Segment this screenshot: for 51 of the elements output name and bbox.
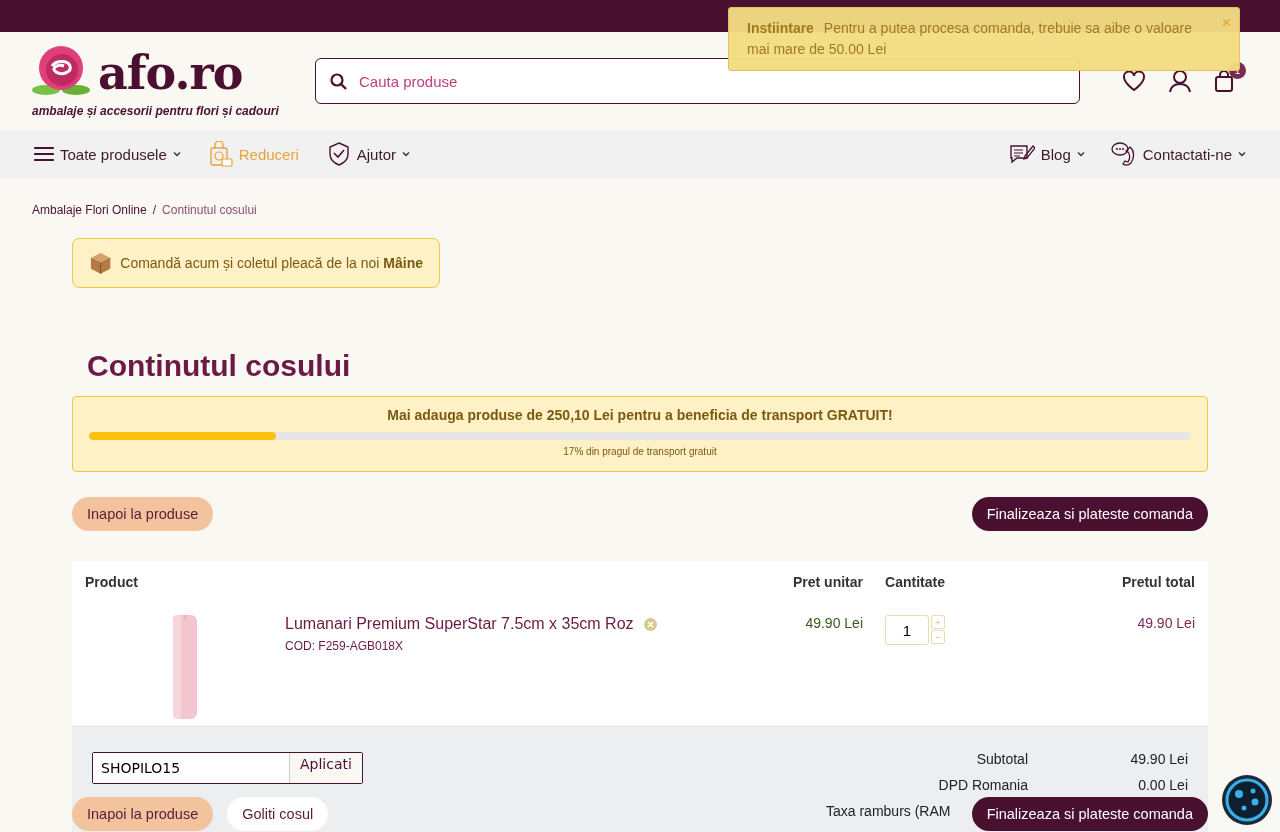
note-pen-icon xyxy=(1008,142,1035,166)
cookie-settings-button[interactable] xyxy=(1222,775,1272,825)
package-icon xyxy=(89,251,113,275)
free-shipping-message: Mai adauga produse de 250,10 Lei pentru a beneficia de transport GRATUIT! xyxy=(386,407,894,423)
nav-item[interactable]: Toate produsele xyxy=(34,145,181,163)
chevron-down-icon xyxy=(1076,151,1085,157)
apply-button[interactable]: Aplicati xyxy=(289,753,362,783)
column-header: Cantitate xyxy=(884,573,946,592)
coupon-form[interactable]: SHOPILO15 Aplicati xyxy=(92,752,363,784)
checkout-button[interactable]: Finalizeaza si plateste comanda xyxy=(971,497,1208,531)
user-icon[interactable] xyxy=(1168,69,1192,93)
column-header: Pret unitar xyxy=(792,573,863,592)
nav-item[interactable]: Blog xyxy=(1008,142,1085,166)
nav-item[interactable]: Ajutor xyxy=(326,141,410,167)
breadcrumb-separator: / xyxy=(152,203,157,217)
notice-text: Comandă acum și coletul pleacă de la noi Mâine xyxy=(120,255,423,271)
shopping-bag-icon[interactable] xyxy=(1214,70,1234,92)
tagline: ambalaje și accesorii pentru flori și cadouri xyxy=(32,104,280,118)
breadcrumb-link[interactable]: Continutul cosului xyxy=(162,203,257,217)
shopping-bag-icon xyxy=(208,141,233,167)
summary-value: 0.00 Lei xyxy=(1137,777,1188,793)
page-title: Continutul cosului xyxy=(87,348,352,384)
column-header: Pretul total xyxy=(1120,573,1195,592)
chevron-down-icon xyxy=(1238,151,1246,157)
back-button[interactable]: Inapoi la produse xyxy=(72,797,214,831)
search-field[interactable]: Cauta produse xyxy=(357,71,1065,91)
product-name-link[interactable]: Lumanari Premium SuperStar 7.5cm x 35cm Roz xyxy=(285,615,634,633)
summary-label: DPD Romania xyxy=(937,777,1028,793)
unit-price: 49.90 Lei xyxy=(805,615,863,633)
nav-item[interactable]: Contactati-ne xyxy=(1110,141,1246,167)
summary-value: 49.90 Lei xyxy=(1129,751,1188,767)
back-button[interactable]: Inapoi la produse xyxy=(72,497,214,531)
quantity-field[interactable]: 1 xyxy=(885,615,929,645)
column-header: Product xyxy=(85,573,139,592)
clear-cart-button[interactable]: Goliti cosul xyxy=(227,797,329,831)
checkout-button[interactable]: Finalizeaza si plateste comanda xyxy=(971,797,1208,831)
summary-label: Subtotal xyxy=(975,751,1028,767)
menu-icon xyxy=(34,146,54,162)
total-price: 49.90 Lei xyxy=(1137,615,1195,633)
shield-check-icon xyxy=(326,141,351,167)
product-code: COD: F259-AGB018X xyxy=(285,639,405,653)
logo-text[interactable]: afo.ro xyxy=(98,50,243,96)
chevron-down-icon xyxy=(172,151,181,157)
phone-chat-icon xyxy=(1110,141,1137,167)
search-icon xyxy=(330,72,347,90)
progress-caption: 17% din pragul de transport gratuit xyxy=(562,446,718,457)
summary-label: Taxa ramburs (RAM xyxy=(826,803,951,819)
chevron-down-icon xyxy=(401,151,410,157)
toast-message: Instiintare Pentru a putea procesa comanda, trebuie sa aibe o valoare mai mare de 50.00 Lei xyxy=(747,20,1192,57)
heart-icon[interactable] xyxy=(1122,70,1146,92)
breadcrumb-link[interactable]: Ambalaje Flori Online xyxy=(32,203,147,217)
